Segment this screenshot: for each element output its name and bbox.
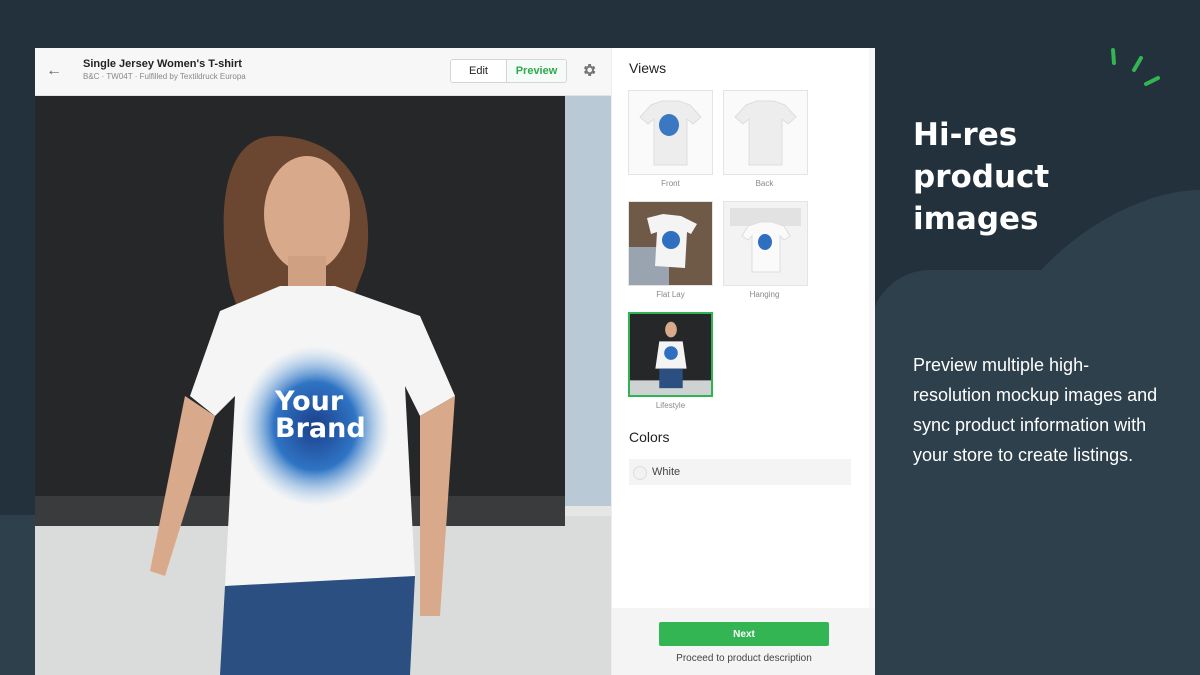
view-thumb-lifestyle[interactable]: [628, 312, 713, 397]
lifestyle-preview-image: Your Brand: [35, 96, 611, 675]
scrollbar[interactable]: [869, 48, 875, 608]
hanging-image: [724, 202, 807, 285]
views-heading: Views: [629, 60, 667, 76]
panel-footer: Next Proceed to product description: [612, 608, 875, 675]
flat-lay-image: [629, 202, 712, 285]
top-bar: ← Single Jersey Women's T-shirt B&C · TW…: [35, 48, 611, 96]
tshirt-back-icon: [724, 91, 807, 174]
views-panel: Views Front Back Flat Lay Hanging Lifest…: [611, 48, 875, 675]
lifestyle-image: [630, 314, 711, 395]
view-label-flat-lay: Flat Lay: [656, 290, 685, 299]
tshirt-front-icon: [629, 91, 712, 174]
color-option-white[interactable]: White: [629, 459, 851, 485]
marketing-description: Preview multiple high-resolution mockup …: [913, 355, 1158, 465]
view-thumb-hanging[interactable]: [723, 201, 808, 286]
view-label-hanging: Hanging: [749, 290, 780, 299]
color-label: White: [652, 466, 681, 478]
gear-icon[interactable]: [581, 62, 597, 78]
background-panel: [870, 270, 1200, 675]
view-thumb-front[interactable]: [628, 90, 713, 175]
color-swatch: [633, 466, 647, 480]
product-title: Single Jersey Women's T-shirt: [83, 58, 242, 70]
sparkle-decoration-icon: [1111, 48, 1160, 86]
view-thumb-flat-lay[interactable]: [628, 201, 713, 286]
preview-button[interactable]: Preview: [507, 60, 566, 82]
next-button[interactable]: Next: [659, 622, 829, 646]
edit-button[interactable]: Edit: [451, 60, 507, 82]
shirt-print-text: Your Brand: [275, 386, 366, 444]
marketing-headline: Hi-res product images: [913, 117, 1050, 237]
app-window: ← Single Jersey Women's T-shirt B&C · TW…: [35, 48, 875, 675]
product-subtitle: B&C · TW04T · Fulfilled by Textildruck E…: [83, 72, 246, 81]
background-strip: [0, 515, 40, 675]
mode-toggle: Edit Preview: [450, 59, 567, 83]
back-arrow-icon[interactable]: ←: [43, 60, 65, 82]
view-label-lifestyle: Lifestyle: [655, 401, 686, 410]
colors-heading: Colors: [629, 429, 670, 445]
view-thumb-back[interactable]: [723, 90, 808, 175]
view-label-back: Back: [755, 179, 774, 188]
view-label-front: Front: [661, 179, 680, 188]
next-subtext: Proceed to product description: [676, 653, 812, 664]
